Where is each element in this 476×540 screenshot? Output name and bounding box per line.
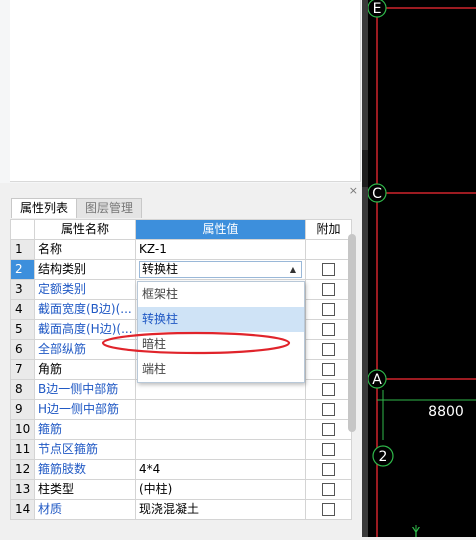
structure-type-combo-cell[interactable]: 转换柱 ▲ — [135, 259, 306, 280]
extra-cell — [305, 419, 352, 440]
row-number: 2 — [10, 259, 35, 280]
property-value[interactable] — [135, 439, 306, 460]
extra-checkbox[interactable] — [322, 403, 335, 416]
extra-cell — [305, 259, 352, 280]
cad-dimension-label: 8800 — [428, 404, 464, 420]
grid-header-row: 属性名称 属性值 附加 — [10, 219, 352, 240]
extra-cell — [305, 399, 352, 420]
property-name: 定额类别 — [34, 279, 136, 300]
cad-splitter-handle[interactable] — [362, 150, 368, 187]
property-name: 节点区箍筋 — [34, 439, 136, 460]
value-column-header[interactable]: 属性值 — [135, 219, 306, 240]
extra-checkbox[interactable] — [322, 443, 335, 456]
name-column-header[interactable]: 属性名称 — [34, 219, 136, 240]
cad-axis-label-c: C — [372, 186, 382, 202]
property-name: 角筋 — [34, 359, 136, 380]
extra-checkbox[interactable] — [322, 383, 335, 396]
table-row[interactable]: 9 H边一侧中部筋 — [10, 399, 352, 420]
dropdown-arrow-icon[interactable]: ▲ — [290, 262, 296, 277]
extra-checkbox[interactable] — [322, 483, 335, 496]
row-number: 3 — [10, 279, 35, 300]
table-row[interactable]: 1 名称 KZ-1 — [10, 239, 352, 260]
table-row[interactable]: 14 材质 现浇混凝土 — [10, 499, 352, 520]
extra-checkbox[interactable] — [322, 503, 335, 516]
row-number: 14 — [10, 499, 35, 520]
row-number: 4 — [10, 299, 35, 320]
property-value[interactable] — [135, 399, 306, 420]
grid-scrollbar[interactable] — [348, 234, 356, 432]
extra-cell — [305, 319, 352, 340]
structure-type-combo[interactable]: 转换柱 ▲ — [139, 261, 302, 278]
property-name: 截面宽度(B边)(... — [34, 299, 136, 320]
row-number: 10 — [10, 419, 35, 440]
property-name: B边一侧中部筋 — [34, 379, 136, 400]
row-number: 8 — [10, 379, 35, 400]
property-name: 名称 — [34, 239, 136, 260]
property-value[interactable]: (中柱) — [135, 479, 306, 500]
cad-axis-label-e: E — [373, 1, 382, 17]
extra-cell — [305, 439, 352, 460]
extra-cell — [305, 379, 352, 400]
extra-checkbox[interactable] — [322, 463, 335, 476]
cad-view[interactable]: E C A 2 8800 Y — [362, 0, 476, 540]
property-value[interactable]: 现浇混凝土 — [135, 499, 306, 520]
extra-checkbox[interactable] — [322, 323, 335, 336]
table-row[interactable]: 11 节点区箍筋 — [10, 439, 352, 460]
extra-checkbox[interactable] — [322, 303, 335, 316]
row-number-header — [10, 219, 35, 240]
extra-cell — [305, 479, 352, 500]
tab-properties[interactable]: 属性列表 — [11, 198, 78, 218]
extra-cell — [305, 499, 352, 520]
property-value[interactable]: 4*4 — [135, 459, 306, 480]
extra-cell — [305, 279, 352, 300]
row-number: 5 — [10, 319, 35, 340]
extra-checkbox[interactable] — [322, 363, 335, 376]
table-row[interactable]: 13 柱类型 (中柱) — [10, 479, 352, 500]
property-name: H边一侧中部筋 — [34, 399, 136, 420]
row-number: 13 — [10, 479, 35, 500]
combo-value: 转换柱 — [142, 262, 179, 276]
extra-cell — [305, 239, 352, 260]
property-name: 箍筋 — [34, 419, 136, 440]
property-value[interactable]: KZ-1 — [135, 239, 306, 260]
extra-checkbox[interactable] — [322, 263, 335, 276]
row-number: 1 — [10, 239, 35, 260]
extra-cell — [305, 459, 352, 480]
extra-checkbox[interactable] — [322, 343, 335, 356]
table-row[interactable]: 12 箍筋肢数 4*4 — [10, 459, 352, 480]
property-name: 柱类型 — [34, 479, 136, 500]
row-number: 9 — [10, 399, 35, 420]
property-name: 箍筋肢数 — [34, 459, 136, 480]
property-name: 结构类别 — [34, 259, 136, 280]
preview-area — [0, 0, 362, 183]
extra-cell — [305, 359, 352, 380]
table-row[interactable]: 10 箍筋 — [10, 419, 352, 440]
cad-axis-label-a: A — [372, 372, 382, 388]
row-number: 11 — [10, 439, 35, 460]
extra-cell — [305, 299, 352, 320]
cad-canvas[interactable]: E C A 2 8800 Y — [362, 0, 476, 540]
annotation-ellipse — [101, 331, 291, 355]
dropdown-option[interactable]: 框架柱 — [138, 282, 304, 307]
row-number: 7 — [10, 359, 35, 380]
table-row[interactable]: 2 结构类别 转换柱 ▲ — [10, 259, 352, 280]
extra-cell — [305, 339, 352, 360]
preview-canvas — [10, 0, 361, 182]
tab-layers[interactable]: 图层管理 — [76, 198, 143, 218]
panel-tabs: 属性列表 图层管理 — [11, 198, 143, 218]
dropdown-option[interactable]: 端柱 — [138, 357, 304, 382]
property-name: 材质 — [34, 499, 136, 520]
property-value[interactable] — [135, 419, 306, 440]
extra-checkbox[interactable] — [322, 423, 335, 436]
close-icon[interactable]: × — [349, 184, 358, 197]
row-number: 12 — [10, 459, 35, 480]
extra-column-header[interactable]: 附加 — [305, 219, 352, 240]
cad-axis-label-2: 2 — [379, 449, 388, 465]
cad-view-border — [362, 0, 368, 537]
cad-y-axis-label: Y — [411, 526, 420, 537]
row-number: 6 — [10, 339, 35, 360]
extra-checkbox[interactable] — [322, 283, 335, 296]
